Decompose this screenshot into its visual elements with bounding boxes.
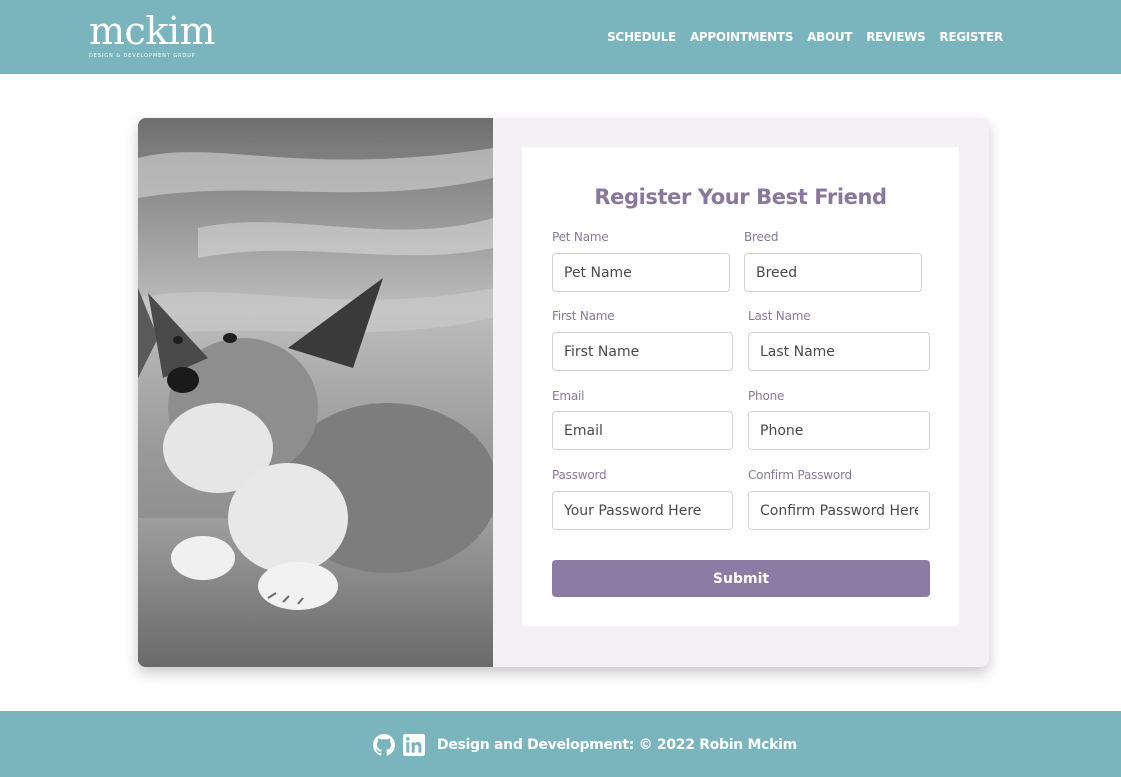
- last-name-input[interactable]: [748, 332, 930, 371]
- password-label: Password: [552, 468, 607, 482]
- breed-input[interactable]: [744, 253, 922, 292]
- first-name-label: First Name: [552, 309, 615, 323]
- brand-tagline: DESIGN & DEVELOPMENT GROUP: [89, 53, 196, 59]
- registration-card: Register Your Best Friend Pet Name Breed…: [138, 118, 989, 667]
- submit-button[interactable]: Submit: [552, 560, 930, 597]
- brand-name: mckim: [89, 9, 216, 53]
- first-name-input[interactable]: [552, 332, 733, 371]
- phone-input[interactable]: [748, 411, 930, 450]
- email-input[interactable]: [552, 411, 733, 450]
- footer-content: Design and Development: © 2022 Robin Mck…: [373, 734, 797, 756]
- form-title: Register Your Best Friend: [594, 185, 887, 209]
- corgi-image: [138, 118, 493, 667]
- linkedin-icon[interactable]: [403, 734, 425, 756]
- main-nav: SCHEDULE APPOINTMENTS ABOUT REVIEWS REGI…: [607, 30, 1003, 44]
- confirm-password-input[interactable]: [748, 491, 930, 530]
- nav-reviews[interactable]: REVIEWS: [866, 30, 925, 44]
- nav-register[interactable]: REGISTER: [939, 30, 1003, 44]
- pet-name-label: Pet Name: [552, 230, 609, 244]
- footer-copyright: Design and Development: © 2022 Robin Mck…: [437, 737, 797, 753]
- phone-label: Phone: [748, 389, 785, 403]
- breed-label: Breed: [744, 230, 779, 244]
- nav-about[interactable]: ABOUT: [807, 30, 852, 44]
- password-input[interactable]: [552, 491, 733, 530]
- last-name-label: Last Name: [748, 309, 811, 323]
- registration-form: Register Your Best Friend Pet Name Breed…: [522, 147, 959, 626]
- nav-schedule[interactable]: SCHEDULE: [607, 30, 676, 44]
- nav-appointments[interactable]: APPOINTMENTS: [690, 30, 793, 44]
- brand-logo[interactable]: mckim DESIGN & DEVELOPMENT GROUP: [89, 9, 216, 59]
- site-header: mckim DESIGN & DEVELOPMENT GROUP SCHEDUL…: [0, 0, 1121, 74]
- github-icon[interactable]: [373, 734, 395, 756]
- dog-photo: [138, 118, 493, 667]
- confirm-password-label: Confirm Password: [748, 468, 852, 482]
- site-footer: Design and Development: © 2022 Robin Mck…: [0, 711, 1121, 777]
- email-label: Email: [552, 389, 585, 403]
- pet-name-input[interactable]: [552, 253, 730, 292]
